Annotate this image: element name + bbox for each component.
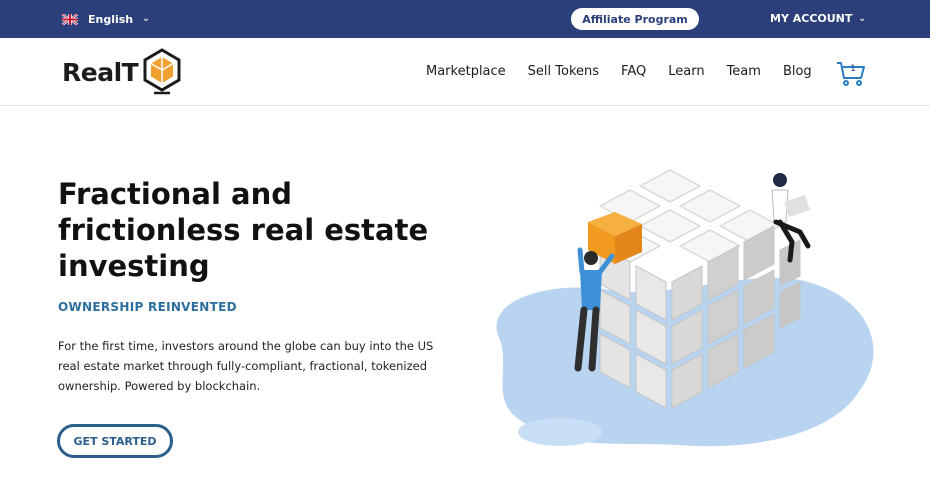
realt-logo[interactable]: RealT	[62, 46, 196, 98]
cart-count: 1	[850, 64, 856, 74]
affiliate-program-button[interactable]: Affiliate Program	[571, 8, 699, 30]
nav-faq[interactable]: FAQ	[621, 64, 646, 79]
nav-team[interactable]: Team	[727, 64, 761, 79]
cart-icon: 1	[837, 62, 865, 86]
top-bar: English ⌄ Affiliate Program MY ACCOUNT ⌄	[0, 0, 930, 38]
cart-button[interactable]: 1	[836, 58, 866, 88]
nav-learn[interactable]: Learn	[668, 64, 704, 79]
hero-title-line-2: frictionless real estate	[58, 213, 429, 247]
chevron-down-icon: ⌄	[142, 14, 150, 24]
hero-illustration	[496, 169, 874, 447]
nav-blog[interactable]: Blog	[783, 64, 812, 79]
language-label: English	[88, 12, 134, 26]
hero-subtitle: OWNERSHIP REINVENTED	[58, 300, 237, 314]
logo-cube-icon	[143, 48, 181, 95]
language-selector[interactable]: English ⌄	[61, 11, 150, 27]
nav-sell-tokens[interactable]: Sell Tokens	[528, 64, 599, 79]
get-started-button[interactable]: GET STARTED	[57, 424, 173, 458]
my-account-label: MY ACCOUNT	[770, 12, 853, 25]
hero-title-line-1: Fractional and	[58, 177, 292, 211]
nav-marketplace[interactable]: Marketplace	[426, 64, 506, 79]
uk-flag-icon	[61, 12, 79, 26]
hero-description: For the first time, investors around the…	[58, 339, 434, 393]
hero-title-line-3: investing	[58, 249, 210, 283]
main-header: RealT Marketplace Sell Tokens FAQ Learn …	[0, 38, 930, 106]
hero-title: Fractional and frictionless real estate …	[58, 176, 458, 284]
main-nav: Marketplace Sell Tokens FAQ Learn Team B…	[426, 64, 834, 79]
chevron-down-icon: ⌄	[858, 13, 866, 24]
my-account-menu[interactable]: MY ACCOUNT ⌄	[770, 12, 866, 25]
logo-text: RealT	[62, 57, 139, 87]
